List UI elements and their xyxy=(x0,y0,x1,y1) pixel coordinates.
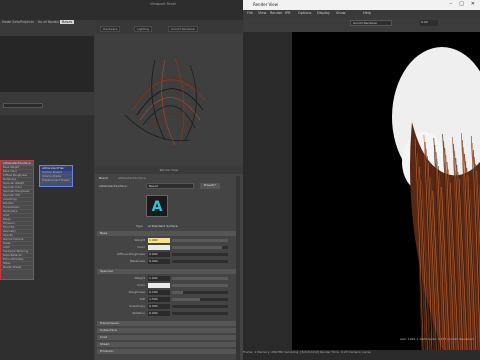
close-icon[interactable]: ✕ xyxy=(471,1,475,7)
node-attribute[interactable]: Shader Preset xyxy=(1,266,33,270)
viewport-title: Viewport Panel xyxy=(150,2,177,6)
render-status-bar: Frame: 1 Memory: 2867Mb Sampling: [3/2/2… xyxy=(243,350,480,360)
property-label: Weight xyxy=(134,276,145,280)
menu-render[interactable]: Render xyxy=(270,11,282,15)
menu-show[interactable]: Show xyxy=(336,11,345,15)
maya-titlebar: Viewport Panel xyxy=(0,0,243,20)
tab-beard[interactable]: Beard xyxy=(99,176,108,180)
menu-options[interactable]: Options xyxy=(298,11,312,15)
property-slider[interactable] xyxy=(172,284,228,287)
minimize-icon[interactable]: – xyxy=(450,1,453,7)
exposure-field[interactable]: 0.00 xyxy=(420,20,438,26)
property-slider[interactable] xyxy=(172,246,228,249)
property-value-field[interactable]: 0.000 xyxy=(148,304,170,309)
presets-button[interactable]: Presets* xyxy=(200,183,220,189)
arnold-logo-icon: A xyxy=(146,195,168,217)
property-value-field[interactable]: 0.000 xyxy=(148,252,170,257)
property-value-field[interactable]: 0.000 xyxy=(148,259,170,264)
property-value-field[interactable]: 0.200 xyxy=(148,290,170,295)
property-value-field[interactable]: 1.500 xyxy=(148,297,170,302)
attribute-editor-title: Render View xyxy=(95,168,243,174)
section-coat[interactable]: Coat xyxy=(97,335,236,340)
menu-help[interactable]: Help xyxy=(363,11,371,15)
property-slider[interactable] xyxy=(172,260,228,263)
render-canvas[interactable] xyxy=(292,32,480,350)
property-slider[interactable] xyxy=(172,312,228,315)
property-label: Diffuse Roughness xyxy=(117,252,145,256)
tab-as-of-nodes[interactable]: As of Nodes xyxy=(38,20,59,24)
property-slider[interactable] xyxy=(172,277,228,280)
tab-node-sets[interactable]: Node Sets xyxy=(2,20,20,24)
node-search-input[interactable] xyxy=(3,103,43,108)
property-label: Color xyxy=(137,283,145,287)
shader-name-field[interactable]: Beard xyxy=(146,183,194,189)
tab-projects[interactable]: Projects xyxy=(20,20,34,24)
property-slider[interactable] xyxy=(172,253,228,256)
shader-node-red[interactable]: aiStandardSurface Base Weight Base Color D… xyxy=(0,160,34,280)
attribute-editor-scrollbar[interactable] xyxy=(236,176,240,360)
menu-display[interactable]: Display xyxy=(317,11,330,15)
property-label: Weight xyxy=(134,238,145,242)
shader-node-blue[interactable]: aiStandardHair Surface Shader Volume Shad… xyxy=(39,165,73,187)
color-swatch[interactable] xyxy=(148,245,170,250)
property-label: Anisotropy xyxy=(128,304,145,308)
render-view-title: Render View xyxy=(253,2,279,7)
tab-standard-surface[interactable]: aiStandardSurface xyxy=(118,176,146,180)
node-attribute-list: Base Weight Base Color Diffuse Roughness Me… xyxy=(1,166,33,270)
property-slider[interactable] xyxy=(172,305,228,308)
maximize-icon[interactable]: □ xyxy=(459,1,464,7)
section-sheen[interactable]: Sheen xyxy=(97,342,236,347)
renderer-button[interactable]: Arnold Renderer xyxy=(168,26,199,32)
section-base[interactable]: Base xyxy=(97,231,236,236)
lighting-button[interactable]: Lighting xyxy=(134,26,153,32)
node-editor-outliner xyxy=(0,36,94,92)
hardware-button[interactable]: Hardware xyxy=(100,26,121,32)
property-label: Rotation xyxy=(132,311,145,315)
render-view-sidebar xyxy=(243,32,292,350)
hair-sphere xyxy=(124,57,206,146)
property-value-field[interactable]: 1.000 xyxy=(148,238,170,243)
shader-type-label: aiStandardSurface: xyxy=(99,184,128,188)
property-value-field[interactable]: 1.000 xyxy=(148,276,170,281)
viewport-panel[interactable] xyxy=(95,20,243,165)
render-view-titlebar: Render View – □ ✕ xyxy=(243,0,480,10)
node-attribute[interactable]: Displacement Shader xyxy=(40,179,72,183)
property-slider[interactable] xyxy=(172,298,228,301)
menu-view[interactable]: View xyxy=(258,11,266,15)
node-attribute-list: Surface Shader Volume Shader Displacement … xyxy=(40,171,72,183)
property-label: Metalness xyxy=(129,259,145,263)
sphere-render xyxy=(124,57,206,146)
section-specular[interactable]: Specular xyxy=(97,269,236,274)
renderer-dropdown[interactable]: Arnold Renderer xyxy=(350,20,392,26)
type-dropdown[interactable]: ai Standard Surface xyxy=(148,224,178,228)
property-value-field[interactable]: 0.000 xyxy=(148,311,170,316)
render-info-text: size: 1920 x 1920 zoom: 0.477 (Arnold Re… xyxy=(400,337,475,341)
render-image xyxy=(392,47,480,350)
tab-bases[interactable]: Bases xyxy=(60,20,75,24)
section-transmission[interactable]: Transmission xyxy=(97,321,236,326)
menu-file[interactable]: File xyxy=(247,11,253,15)
property-slider[interactable] xyxy=(172,291,228,294)
property-label: IOR xyxy=(139,297,145,301)
color-swatch[interactable] xyxy=(148,283,170,288)
menu-ipr[interactable]: IPR xyxy=(285,11,291,15)
property-label: Color xyxy=(137,245,145,249)
property-slider[interactable] xyxy=(172,239,228,242)
section-emission[interactable]: Emission xyxy=(97,349,236,354)
type-label: Type xyxy=(136,224,143,228)
section-subsurface[interactable]: Subsurface xyxy=(97,328,236,333)
property-label: Roughness xyxy=(128,290,145,294)
